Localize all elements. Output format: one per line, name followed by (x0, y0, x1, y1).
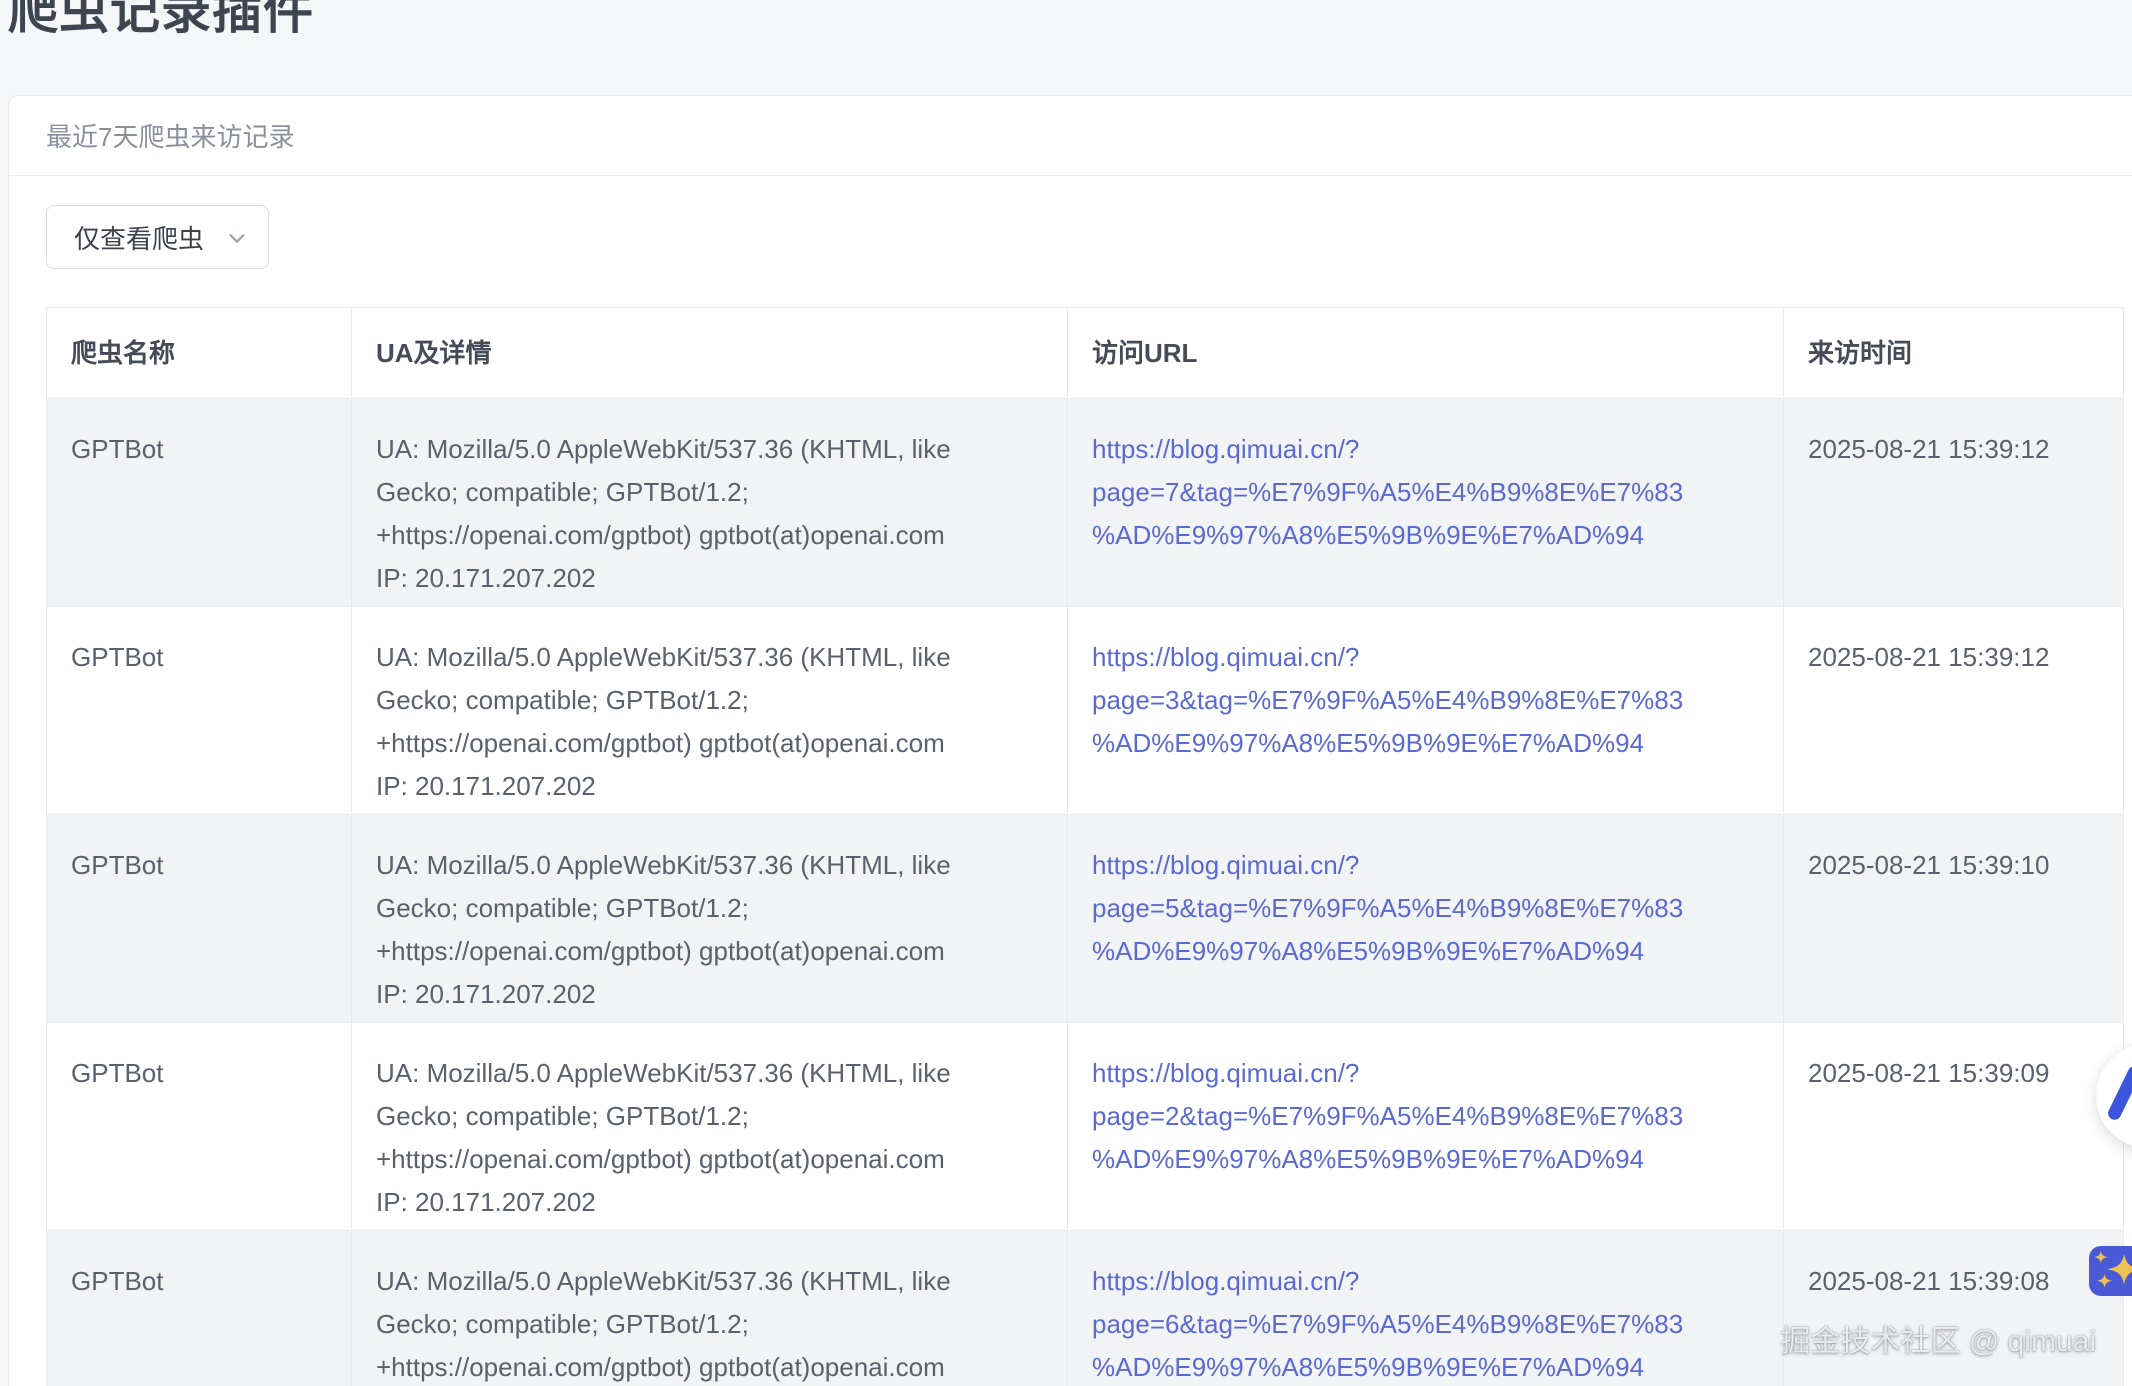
crawler-records-card: 最近7天爬虫来访记录 仅查看爬虫 爬虫名称 UA及详情 访问URL 来访时间 (8, 95, 2132, 1386)
crawler-name: GPTBot (47, 1231, 352, 1386)
column-header-ua-details: UA及详情 (352, 308, 1068, 399)
ua-line: UA: Mozilla/5.0 AppleWebKit/537.36 (KHTM… (376, 1052, 1043, 1095)
table-row: GPTBot UA: Mozilla/5.0 AppleWebKit/537.3… (47, 815, 2124, 1023)
url-line: page=7&tag=%E7%9F%A5%E4%B9%8E%E7%83 (1092, 471, 1759, 514)
url-line: %AD%E9%97%A8%E5%9B%9E%E7%AD%94 (1092, 514, 1759, 557)
url-line: https://blog.qimuai.cn/? (1092, 636, 1759, 679)
crawler-records-table: 爬虫名称 UA及详情 访问URL 来访时间 GPTBot UA: Mozilla… (46, 307, 2124, 1386)
ua-line: +https://openai.com/gptbot) gptbot(at)op… (376, 1138, 1043, 1181)
visited-url-link[interactable]: https://blog.qimuai.cn/? page=2&tag=%E7%… (1092, 1052, 1759, 1181)
table-header-row: 爬虫名称 UA及详情 访问URL 来访时间 (47, 308, 2124, 399)
visited-url-cell: https://blog.qimuai.cn/? page=7&tag=%E7%… (1068, 399, 1784, 607)
visited-url-link[interactable]: https://blog.qimuai.cn/? page=6&tag=%E7%… (1092, 1260, 1759, 1386)
ua-details: UA: Mozilla/5.0 AppleWebKit/537.36 (KHTM… (352, 607, 1068, 815)
visited-url-link[interactable]: https://blog.qimuai.cn/? page=3&tag=%E7%… (1092, 636, 1759, 765)
card-header: 最近7天爬虫来访记录 (9, 96, 2132, 176)
card-header-title: 最近7天爬虫来访记录 (46, 117, 294, 154)
table-row: GPTBot UA: Mozilla/5.0 AppleWebKit/537.3… (47, 1231, 2124, 1386)
crawler-name: GPTBot (47, 1023, 352, 1231)
ip-address: IP: 20.171.207.202 (376, 557, 1043, 600)
crawler-filter-select[interactable]: 仅查看爬虫 (46, 205, 269, 269)
visit-time: 2025-08-21 15:39:09 (1784, 1023, 2124, 1231)
ua-line: Gecko; compatible; GPTBot/1.2; (376, 1095, 1043, 1138)
crawler-name: GPTBot (47, 399, 352, 607)
url-line: https://blog.qimuai.cn/? (1092, 428, 1759, 471)
column-header-visit-time: 来访时间 (1784, 308, 2124, 399)
visit-time: 2025-08-21 15:39:12 (1784, 607, 2124, 815)
visited-url-link[interactable]: https://blog.qimuai.cn/? page=5&tag=%E7%… (1092, 844, 1759, 973)
visit-time: 2025-08-21 15:39:12 (1784, 399, 2124, 607)
url-line: %AD%E9%97%A8%E5%9B%9E%E7%AD%94 (1092, 1138, 1759, 1181)
column-header-crawler-name: 爬虫名称 (47, 308, 352, 399)
ua-details: UA: Mozilla/5.0 AppleWebKit/537.36 (KHTM… (352, 815, 1068, 1023)
column-header-visited-url: 访问URL (1068, 308, 1784, 399)
chevron-down-icon (226, 227, 248, 249)
url-line: %AD%E9%97%A8%E5%9B%9E%E7%AD%94 (1092, 722, 1759, 765)
visited-url-cell: https://blog.qimuai.cn/? page=2&tag=%E7%… (1068, 1023, 1784, 1231)
url-line: https://blog.qimuai.cn/? (1092, 1260, 1759, 1303)
table-row: GPTBot UA: Mozilla/5.0 AppleWebKit/537.3… (47, 1023, 2124, 1231)
ua-line: +https://openai.com/gptbot) gptbot(at)op… (376, 1346, 1043, 1386)
url-line: page=6&tag=%E7%9F%A5%E4%B9%8E%E7%83 (1092, 1303, 1759, 1346)
ua-line: Gecko; compatible; GPTBot/1.2; (376, 1303, 1043, 1346)
visited-url-link[interactable]: https://blog.qimuai.cn/? page=7&tag=%E7%… (1092, 428, 1759, 557)
watermark: 掘金技术社区 @ qimuai (1781, 1316, 2097, 1360)
ua-line: UA: Mozilla/5.0 AppleWebKit/537.36 (KHTM… (376, 1260, 1043, 1303)
sparkles-icon (2091, 1248, 2132, 1294)
ua-line: Gecko; compatible; GPTBot/1.2; (376, 679, 1043, 722)
ip-address: IP: 20.171.207.202 (376, 973, 1043, 1016)
ua-line: Gecko; compatible; GPTBot/1.2; (376, 471, 1043, 514)
url-line: page=5&tag=%E7%9F%A5%E4%B9%8E%E7%83 (1092, 887, 1759, 930)
ua-line: UA: Mozilla/5.0 AppleWebKit/537.36 (KHTM… (376, 636, 1043, 679)
url-line: page=3&tag=%E7%9F%A5%E4%B9%8E%E7%83 (1092, 679, 1759, 722)
pen-stroke-icon (2106, 1064, 2132, 1122)
visited-url-cell: https://blog.qimuai.cn/? page=6&tag=%E7%… (1068, 1231, 1784, 1386)
ip-address: IP: 20.171.207.202 (376, 765, 1043, 808)
url-line: https://blog.qimuai.cn/? (1092, 1052, 1759, 1095)
visited-url-cell: https://blog.qimuai.cn/? page=5&tag=%E7%… (1068, 815, 1784, 1023)
card-body: 仅查看爬虫 爬虫名称 UA及详情 访问URL 来访时间 (9, 176, 2132, 1386)
ua-line: UA: Mozilla/5.0 AppleWebKit/537.36 (KHTM… (376, 428, 1043, 471)
visit-time: 2025-08-21 15:39:10 (1784, 815, 2124, 1023)
visited-url-cell: https://blog.qimuai.cn/? page=3&tag=%E7%… (1068, 607, 1784, 815)
ua-details: UA: Mozilla/5.0 AppleWebKit/537.36 (KHTM… (352, 399, 1068, 607)
ua-line: UA: Mozilla/5.0 AppleWebKit/537.36 (KHTM… (376, 844, 1043, 887)
table-row: GPTBot UA: Mozilla/5.0 AppleWebKit/537.3… (47, 399, 2124, 607)
ip-address: IP: 20.171.207.202 (376, 1181, 1043, 1224)
ai-assistant-button[interactable] (2089, 1246, 2132, 1296)
table-row: GPTBot UA: Mozilla/5.0 AppleWebKit/537.3… (47, 607, 2124, 815)
url-line: %AD%E9%97%A8%E5%9B%9E%E7%AD%94 (1092, 1346, 1759, 1386)
ua-line: Gecko; compatible; GPTBot/1.2; (376, 887, 1043, 930)
page-title: 爬虫记录插件 (8, 0, 314, 36)
ua-details: UA: Mozilla/5.0 AppleWebKit/537.36 (KHTM… (352, 1231, 1068, 1386)
url-line: https://blog.qimuai.cn/? (1092, 844, 1759, 887)
visit-time: 2025-08-21 15:39:08 (1784, 1231, 2124, 1386)
ua-line: +https://openai.com/gptbot) gptbot(at)op… (376, 930, 1043, 973)
crawler-name: GPTBot (47, 607, 352, 815)
ua-line: +https://openai.com/gptbot) gptbot(at)op… (376, 514, 1043, 557)
crawler-name: GPTBot (47, 815, 352, 1023)
url-line: page=2&tag=%E7%9F%A5%E4%B9%8E%E7%83 (1092, 1095, 1759, 1138)
ua-details: UA: Mozilla/5.0 AppleWebKit/537.36 (KHTM… (352, 1023, 1068, 1231)
url-line: %AD%E9%97%A8%E5%9B%9E%E7%AD%94 (1092, 930, 1759, 973)
crawler-filter-selected-value: 仅查看爬虫 (47, 219, 204, 256)
ua-line: +https://openai.com/gptbot) gptbot(at)op… (376, 722, 1043, 765)
